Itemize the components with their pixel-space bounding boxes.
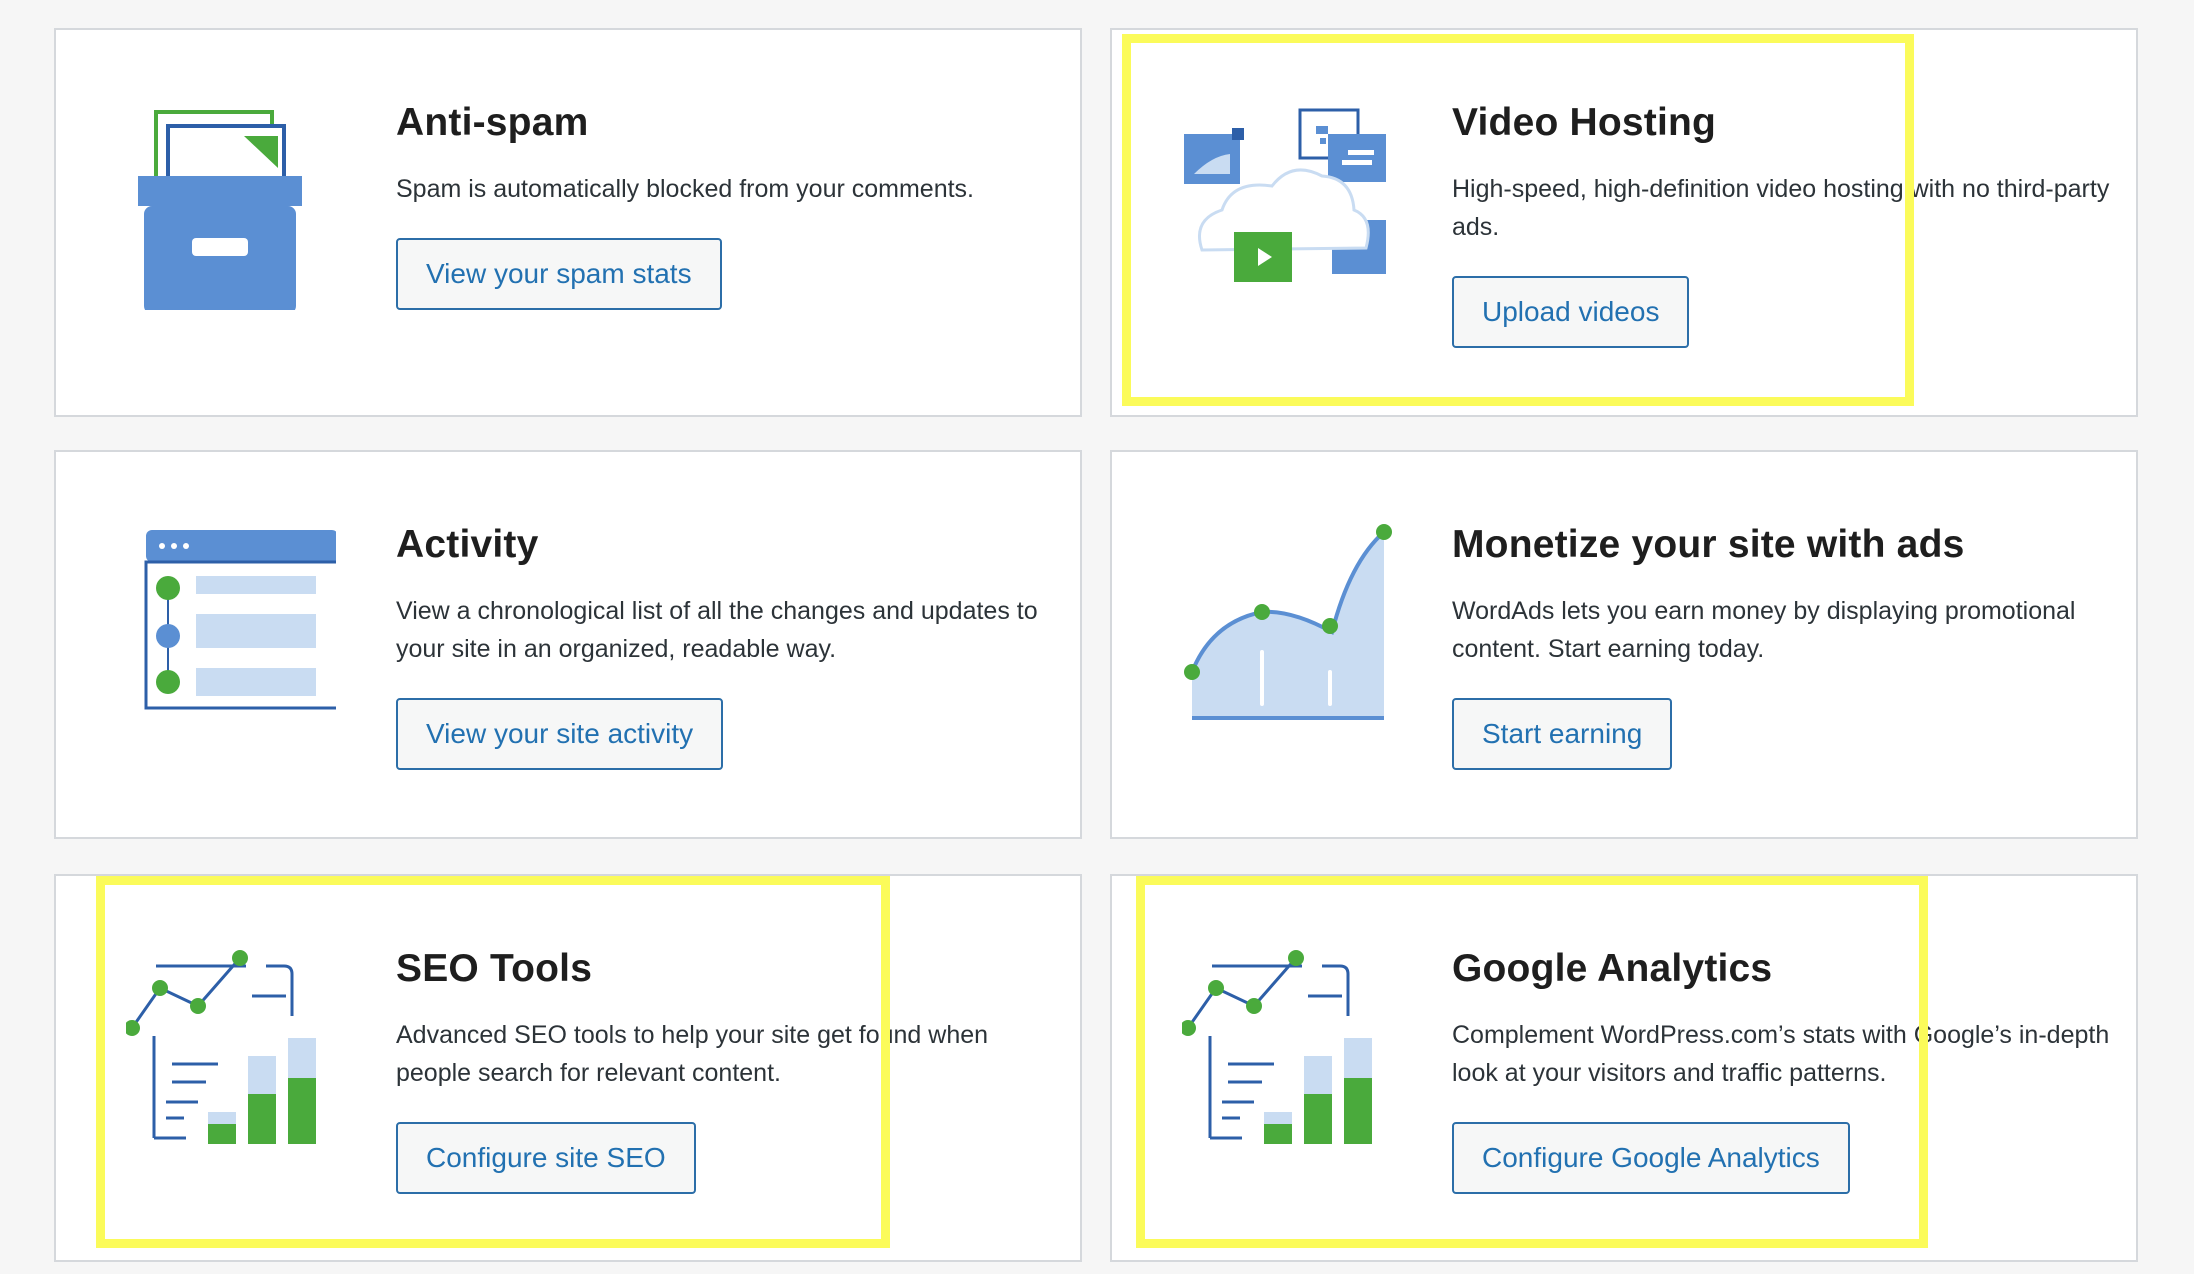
- card-description: Spam is automatically blocked from your …: [396, 175, 974, 203]
- card-title: SEO Tools: [396, 947, 593, 990]
- archive-box-icon: [126, 100, 336, 310]
- card-title: Anti-spam: [396, 101, 589, 144]
- seo-stats-icon: [126, 946, 336, 1156]
- card-description: High-speed, high-definition video hostin…: [1452, 175, 2110, 241]
- card-title: Video Hosting: [1452, 101, 1717, 144]
- card-video-hosting: Video Hosting High-speed, high-definitio…: [1110, 28, 2138, 417]
- card-anti-spam: Anti-spam Spam is automatically blocked …: [54, 28, 1082, 417]
- view-spam-stats-button[interactable]: View your spam stats: [396, 238, 722, 310]
- start-earning-button[interactable]: Start earning: [1452, 698, 1673, 770]
- upload-videos-button[interactable]: Upload videos: [1452, 276, 1690, 348]
- card-description: WordAds lets you earn money by displayin…: [1452, 597, 2076, 663]
- card-title: Google Analytics: [1452, 947, 1773, 990]
- card-description: View a chronological list of all the cha…: [396, 597, 1038, 663]
- video-cloud-icon: [1182, 100, 1392, 310]
- card-google-analytics: Google Analytics Complement WordPress.co…: [1110, 874, 2138, 1262]
- card-description: Advanced SEO tools to help your site get…: [396, 1021, 989, 1087]
- activity-log-icon: [126, 522, 336, 732]
- card-title: Activity: [396, 523, 539, 566]
- card-description: Complement WordPress.com’s stats with Go…: [1452, 1021, 2110, 1087]
- card-activity: Activity View a chronological list of al…: [54, 450, 1082, 839]
- card-seo-tools: SEO Tools Advanced SEO tools to help you…: [54, 874, 1082, 1262]
- configure-google-analytics-button[interactable]: Configure Google Analytics: [1452, 1122, 1850, 1194]
- analytics-stats-icon: [1182, 946, 1392, 1156]
- card-title: Monetize your site with ads: [1452, 523, 1965, 566]
- view-site-activity-button[interactable]: View your site activity: [396, 698, 724, 770]
- earnings-chart-icon: [1182, 522, 1392, 732]
- card-monetize-ads: Monetize your site with ads WordAds lets…: [1110, 450, 2138, 839]
- configure-site-seo-button[interactable]: Configure site SEO: [396, 1122, 696, 1194]
